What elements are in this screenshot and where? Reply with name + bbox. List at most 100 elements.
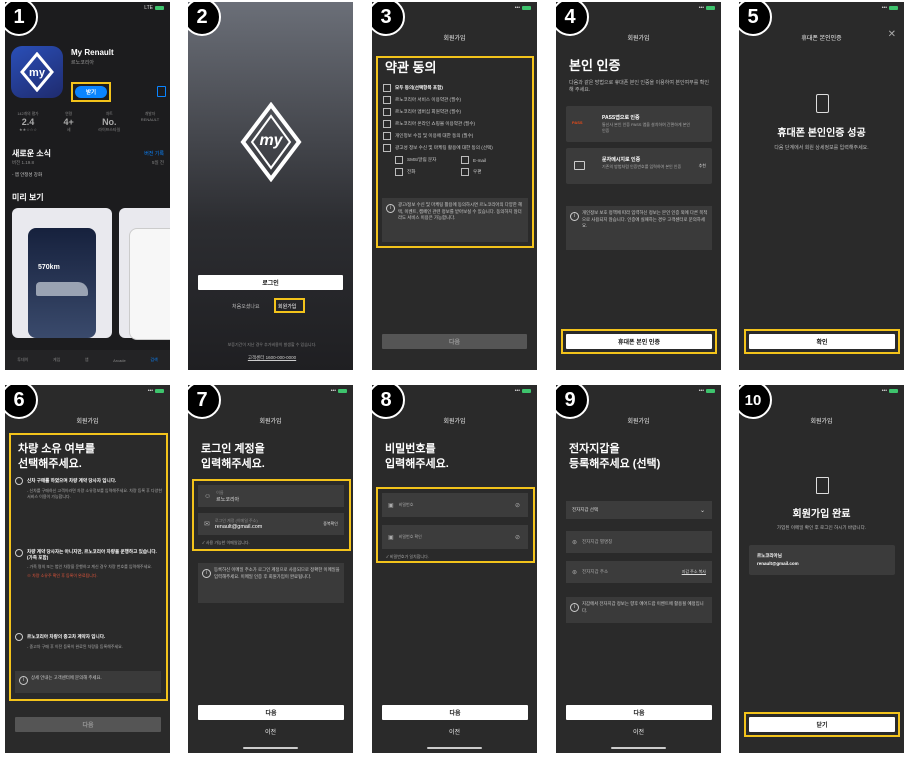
status-bar: ••• <box>882 5 898 11</box>
complete-title: 회원가입 완료 <box>792 509 851 520</box>
password-confirm-field[interactable]: ▣ 비밀번호 확인 ⊘ <box>382 525 528 549</box>
checkbox[interactable] <box>383 108 391 116</box>
ownership-option-2[interactable]: 차량 계약 당사자는 아니지만, 르노코리아 차량을 운행하고 있습니다. (가… <box>15 549 163 579</box>
channel-email[interactable]: E-mail <box>461 154 521 166</box>
screen-4-verify: 4 ••• 회원가입 본인 인증 다음과 같은 방법으로 휴대폰 본인 인증을 … <box>556 2 721 370</box>
channel-phone[interactable]: 전화 <box>395 166 461 178</box>
tab-arcade[interactable]: Arcade <box>113 358 126 363</box>
radio-button[interactable] <box>15 549 23 557</box>
step-badge: 1 <box>5 2 38 36</box>
step-badge: 7 <box>188 385 221 419</box>
wallet-icon: ⊛ <box>572 569 578 576</box>
name-field[interactable]: ☺ 이름 르노코리아 <box>198 485 344 507</box>
checkbox[interactable] <box>383 120 391 128</box>
info-icon: i <box>570 603 579 612</box>
ownership-option-3[interactable]: 르노코리아 차량의 중고차 계약자 입니다. - 중고차 구매 후 이전 등록이… <box>15 633 163 650</box>
checkbox[interactable] <box>383 84 391 92</box>
channel-mail[interactable]: 우편 <box>461 166 521 178</box>
screen-9-wallet: 9 ••• 회원가입 전자지갑을 등록해주세요 (선택) 전자지갑 선택 ⌄ ⊛… <box>556 385 721 753</box>
page-title-line1: 비밀번호를 <box>385 443 436 455</box>
tab-bar: 투데이 게임 앱 Arcade 검색 <box>5 350 170 370</box>
sms-option[interactable]: 문자메시지로 인증 기존의 방법처럼 인증번호를 입력하여 본인 인증 추천 <box>566 148 712 184</box>
prev-link[interactable]: 이전 <box>188 727 353 736</box>
callcenter-text: 고객센터 1600-000-0000 <box>247 355 297 360</box>
success-desc: 다음 단계에서 회원 상세정보를 입력해주세요. <box>774 145 869 151</box>
svg-text:my: my <box>29 67 46 79</box>
login-button[interactable]: 로그인 <box>198 275 343 290</box>
terms-item[interactable]: 르노코리아 서비스 이용약관 (필수) <box>383 94 528 106</box>
tab-games[interactable]: 게임 <box>53 357 60 363</box>
next-button[interactable]: 다음 <box>566 705 712 720</box>
page-desc: 다음과 같은 방법으로 휴대폰 본인 인증을 이용하여 본인여부를 확인해 주세… <box>569 80 709 93</box>
checkbox[interactable] <box>383 132 391 140</box>
radio-button[interactable] <box>15 633 23 641</box>
info-icon: i <box>202 569 211 578</box>
terms-item[interactable]: 모두 동의(선택항목 포함) <box>383 82 528 94</box>
status-bar: ••• <box>699 388 715 394</box>
wallet-name-input[interactable]: ⊛ 전자지갑 별명칭 <box>566 531 712 553</box>
terms-item[interactable]: 르노코리아 멤버십 회원약관 (필수) <box>383 106 528 118</box>
first-time-text: 처음오셨나요 <box>232 304 260 310</box>
prev-link[interactable]: 이전 <box>372 727 537 736</box>
info-icon: i <box>386 204 395 213</box>
pass-option[interactable]: PASS PASS앱으로 인증 통신사 본인 인증 PASS 앱을 설치하여 간… <box>566 106 712 142</box>
terms-item[interactable]: 광고성 정보 수신 및 마케팅 활용에 대한 동의 (선택) <box>383 142 528 154</box>
screen-1-app-store: 1 LTE my My Renault 르노코리아 받기 142개의 평가 2.… <box>5 2 170 370</box>
wallet-select[interactable]: 전자지갑 선택 ⌄ <box>566 501 712 519</box>
duplicate-check-button[interactable]: 중복확인 <box>323 521 338 527</box>
screen-7-account: 7 ••• 회원가입 로그인 계정을 입력해주세요. ☺ 이름 르노코리아 ✉ 로… <box>188 385 353 753</box>
person-icon: ☺ <box>204 492 212 500</box>
radio-button[interactable] <box>15 477 23 485</box>
channel-sms[interactable]: SMS/알림 문자 <box>395 154 461 166</box>
step-badge: 9 <box>556 385 589 419</box>
terms-item[interactable]: 개인정보 수집 및 이용에 대한 동의 (필수) <box>383 130 528 142</box>
screen-6-ownership: 6 ••• 회원가입 차량 소유 여부를 선택해주세요. 신차 구매를 하였으며… <box>5 385 170 753</box>
prev-link[interactable]: 이전 <box>556 727 721 736</box>
close-button[interactable]: 닫기 <box>749 717 895 732</box>
eye-off-icon[interactable]: ⊘ <box>515 502 520 509</box>
next-button[interactable]: 다음 <box>382 705 528 720</box>
close-icon[interactable]: ✕ <box>888 29 896 40</box>
tab-today[interactable]: 투데이 <box>17 357 28 363</box>
tab-search[interactable]: 검색 <box>150 357 157 363</box>
complete-desc: 가입된 이메일 확인 후 로그인 하시기 바랍니다. <box>776 525 867 530</box>
copy-address-link[interactable]: 지갑 주소 복사 <box>682 569 706 575</box>
status-bar: ••• <box>882 388 898 394</box>
whats-new-title: 새로운 소식 <box>12 149 52 158</box>
terms-item[interactable]: 르노코리아 온라인 쇼핑몰 이용약관 (필수) <box>383 118 528 130</box>
info-box: i 광고/정보 수신 및 마케팅 활용에 동의하시면 르노코리아의 다양한 혜택,… <box>382 198 528 242</box>
next-button[interactable]: 다음 <box>15 717 161 732</box>
password-field[interactable]: ▣ 비밀번호 ⊘ <box>382 493 528 517</box>
page-title-line2: 선택해주세요. <box>18 458 82 470</box>
wallet-address-input[interactable]: ⊛ 전자지갑 주소 지갑 주소 복사 <box>566 561 712 583</box>
signup-link[interactable]: 회원가입 <box>278 303 296 310</box>
page-title: 약관 동의 <box>385 60 437 75</box>
checkbox[interactable] <box>383 96 391 104</box>
confirm-button[interactable]: 확인 <box>749 334 895 349</box>
tab-apps[interactable]: 앱 <box>85 357 89 363</box>
screen-3-terms: 3 ••• 회원가입 약관 동의 모두 동의(선택항목 포함) 르노코리아 서비… <box>372 2 537 370</box>
get-button[interactable]: 받기 <box>75 86 107 98</box>
step-badge: 5 <box>739 2 772 36</box>
email-ok-message: ✓ 사용 가능한 이메일입니다. <box>202 540 250 545</box>
email-field[interactable]: ✉ 로그인 계정 (이메일 주소) renault@gmail.com 중복확인 <box>198 513 344 535</box>
home-indicator <box>611 747 666 749</box>
share-icon[interactable] <box>157 86 166 97</box>
version-history-link[interactable]: 버전 기록 <box>144 150 164 157</box>
step-badge: 2 <box>188 2 221 36</box>
header-title: 회원가입 <box>76 419 99 425</box>
eye-off-icon[interactable]: ⊘ <box>515 534 520 541</box>
phone-verify-button[interactable]: 휴대폰 본인 인증 <box>566 334 712 349</box>
preview-image-2 <box>119 208 170 340</box>
step-badge: 10 <box>739 385 772 419</box>
checkbox[interactable] <box>383 144 391 152</box>
next-button[interactable]: 다음 <box>198 705 344 720</box>
preview-image-1: 570km <box>12 208 112 338</box>
header-title: 회원가입 <box>443 36 466 42</box>
next-button[interactable]: 다음 <box>382 334 527 349</box>
wallet-icon: ⊛ <box>572 539 578 546</box>
status-bar: ••• <box>515 388 531 394</box>
header-title: 회원가입 <box>627 36 650 42</box>
page-title-line2: 입력해주세요. <box>385 458 449 470</box>
ownership-option-1[interactable]: 신차 구매를 하였으며 차량 계약 당사자 입니다. - 신차를 구매하신 고객… <box>15 477 163 500</box>
